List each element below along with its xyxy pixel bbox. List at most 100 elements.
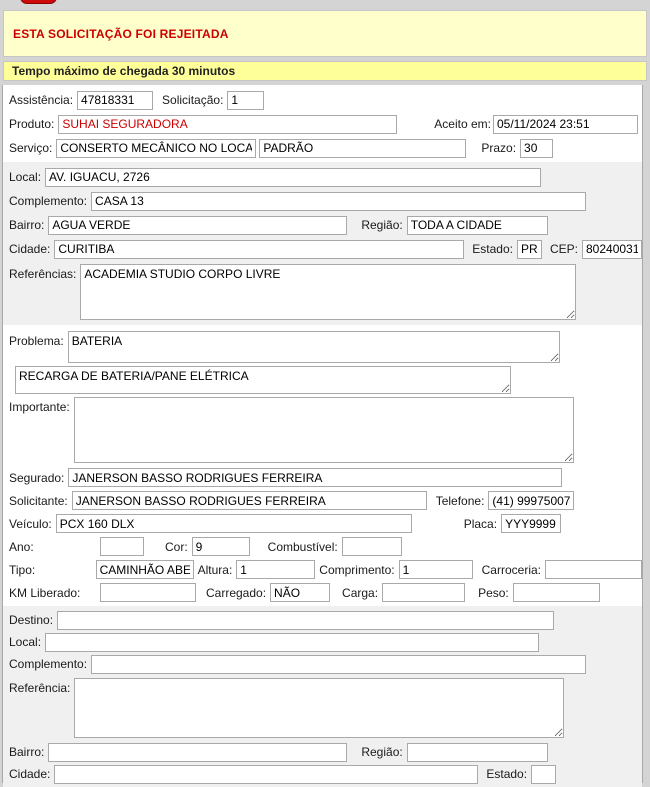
row-segurado: Segurado: [3, 466, 642, 489]
section-origin-address: Local: Complemento: Bairro: Região: Cida… [3, 162, 642, 325]
produto-input[interactable] [58, 115, 397, 134]
destino-regiao-input[interactable] [407, 743, 548, 762]
peso-input[interactable] [513, 583, 600, 602]
row-importante: Importante: [3, 397, 642, 463]
carroceria-label: Carroceria: [482, 563, 541, 577]
rejection-alert-text: ESTA SOLICITAÇÃO FOI REJEITADA [4, 27, 229, 41]
placa-input[interactable] [501, 514, 561, 533]
segurado-label: Segurado: [9, 471, 64, 485]
row-destino-bairro-regiao: Bairro: Região: [3, 741, 642, 763]
destino-estado-label: Estado: [486, 767, 527, 781]
row-ano-cor-combustivel: Ano: Cor: Combustível: [3, 535, 642, 558]
estado-label: Estado: [472, 242, 513, 256]
destino-cidade-input[interactable] [54, 765, 478, 784]
combustivel-input[interactable] [342, 537, 402, 556]
complemento-input[interactable] [91, 192, 586, 211]
local-label: Local: [9, 170, 41, 184]
assistencia-input[interactable] [77, 91, 153, 110]
telefone-input[interactable] [488, 491, 574, 510]
cor-label: Cor: [165, 540, 188, 554]
prazo-input[interactable] [520, 139, 553, 158]
cidade-label: Cidade: [9, 242, 50, 256]
cep-label: CEP: [550, 242, 578, 256]
destino-regiao-label: Região: [361, 745, 402, 759]
ano-input[interactable] [100, 537, 144, 556]
referencias-textarea[interactable] [80, 264, 576, 320]
bairro-label: Bairro: [9, 218, 44, 232]
section-destination: Destino: Local: Complemento: Referência:… [3, 606, 642, 787]
importante-label: Importante: [9, 397, 70, 414]
importante-textarea[interactable] [74, 397, 574, 463]
destino-complemento-label: Complemento: [9, 657, 87, 671]
solicitante-input[interactable] [72, 491, 427, 510]
row-tipo-dimensoes: Tipo: Altura: Comprimento: Carroceria: [3, 558, 642, 581]
segurado-input[interactable] [68, 468, 562, 487]
destino-referencia-textarea[interactable] [74, 678, 564, 738]
tipo-label: Tipo: [9, 563, 96, 577]
cor-input[interactable] [192, 537, 250, 556]
destino-cidade-label: Cidade: [9, 767, 50, 781]
veiculo-input[interactable] [56, 514, 412, 533]
aceito-em-input[interactable] [493, 115, 638, 134]
cidade-input[interactable] [54, 240, 464, 259]
aceito-em-label: Aceito em: [434, 117, 491, 131]
comprimento-input[interactable] [399, 560, 473, 579]
rejection-alert-banner: ESTA SOLICITAÇÃO FOI REJEITADA [3, 10, 647, 57]
destino-bairro-label: Bairro: [9, 745, 44, 759]
placa-label: Placa: [464, 517, 497, 531]
bairro-input[interactable] [48, 216, 347, 235]
servico-input[interactable] [56, 139, 256, 158]
section-problem-vehicle: Problema: Importante: Segurado: Solicita… [3, 325, 642, 606]
solicitante-label: Solicitante: [9, 494, 68, 508]
destino-local-input[interactable] [45, 633, 539, 652]
red-pill-icon [20, 0, 57, 4]
service-request-form: Assistência: Solicitação: Produto: Aceit… [2, 85, 643, 783]
row-complemento: Complemento: [3, 189, 642, 213]
row-problema-detalhe [3, 366, 642, 394]
destino-complemento-input[interactable] [91, 655, 586, 674]
row-destino-cidade-estado: Cidade: Estado: [3, 763, 642, 785]
problema-detalhe-textarea[interactable] [15, 366, 511, 394]
carroceria-input[interactable] [545, 560, 642, 579]
telefone-label: Telefone: [436, 494, 485, 508]
row-bairro-regiao: Bairro: Região: [3, 213, 642, 237]
veiculo-label: Veículo: [9, 517, 52, 531]
row-veiculo-placa: Veículo: Placa: [3, 512, 642, 535]
km-liberado-input[interactable] [100, 583, 196, 602]
row-servico: Serviço: Prazo: [3, 136, 642, 160]
local-input[interactable] [45, 168, 541, 187]
destino-bairro-input[interactable] [48, 743, 347, 762]
carregado-label: Carregado: [206, 586, 266, 600]
solicitacao-input[interactable] [227, 91, 264, 110]
referencias-label: Referências: [9, 264, 76, 281]
row-produto: Produto: Aceito em: [3, 112, 642, 136]
cep-input[interactable] [582, 240, 642, 259]
carga-label: Carga: [342, 586, 378, 600]
row-km-carga: KM Liberado: Carregado: Carga: Peso: [3, 581, 642, 604]
destino-estado-input[interactable] [531, 765, 556, 784]
problema-textarea[interactable] [68, 331, 560, 363]
row-solicitante-telefone: Solicitante: Telefone: [3, 489, 642, 512]
km-liberado-label: KM Liberado: [9, 586, 100, 600]
altura-input[interactable] [236, 560, 315, 579]
regiao-label: Região: [361, 218, 402, 232]
complemento-label: Complemento: [9, 194, 87, 208]
altura-label: Altura: [198, 563, 233, 577]
destino-input[interactable] [57, 611, 554, 630]
regiao-input[interactable] [407, 216, 548, 235]
ano-label: Ano: [9, 540, 100, 554]
max-arrival-time-banner: Tempo máximo de chegada 30 minutos [3, 61, 647, 81]
servico-tipo-input[interactable] [259, 139, 466, 158]
tipo-input[interactable] [96, 560, 194, 579]
carga-input[interactable] [382, 583, 465, 602]
estado-input[interactable] [517, 240, 542, 259]
combustivel-label: Combustível: [268, 540, 338, 554]
row-destino: Destino: [3, 609, 642, 631]
assistencia-label: Assistência: [9, 93, 73, 107]
row-referencias: Referências: [3, 264, 642, 320]
comprimento-label: Comprimento: [319, 563, 394, 577]
row-assistencia: Assistência: Solicitação: [3, 88, 642, 112]
carregado-input[interactable] [270, 583, 330, 602]
row-destino-referencia: Referência: [3, 678, 642, 738]
destino-local-label: Local: [9, 635, 41, 649]
